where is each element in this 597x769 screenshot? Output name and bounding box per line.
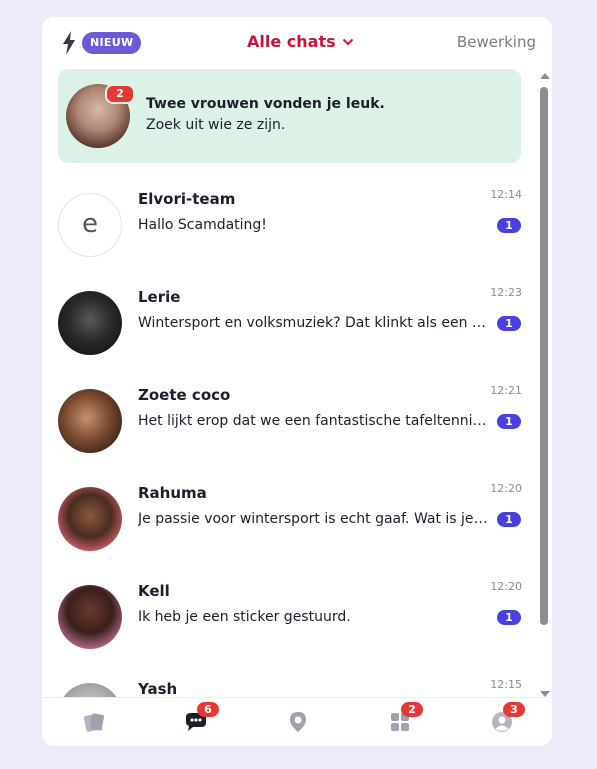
chat-name: Yash bbox=[138, 680, 178, 697]
chat-time: 12:14 bbox=[490, 188, 522, 201]
chat-filter-label: Alle chats bbox=[247, 32, 336, 51]
edit-button[interactable]: Bewerking bbox=[457, 33, 536, 51]
likes-promo-banner[interactable]: 2 Twee vrouwen vonden je leuk. Zoek uit … bbox=[58, 69, 521, 163]
chat-time: 12:23 bbox=[490, 286, 522, 299]
avatar bbox=[58, 487, 122, 551]
chat-row-kell[interactable]: Kell Ik heb je een sticker gestuurd. 12:… bbox=[42, 565, 538, 663]
scroll-up-arrow-icon[interactable] bbox=[540, 73, 550, 79]
tab-cards[interactable] bbox=[63, 698, 123, 746]
chat-row-yash[interactable]: Yash 12:15 bbox=[42, 663, 538, 697]
chats-badge: 6 bbox=[197, 702, 219, 717]
chat-name: Rahuma bbox=[138, 484, 207, 502]
unread-badge: 1 bbox=[497, 414, 521, 429]
profile-badge: 3 bbox=[503, 702, 525, 717]
unread-badge: 1 bbox=[497, 316, 521, 331]
unread-badge: 1 bbox=[497, 218, 521, 233]
lightning-icon[interactable] bbox=[62, 31, 76, 55]
chat-filter-dropdown[interactable]: Alle chats bbox=[247, 32, 354, 51]
chat-name: Zoete coco bbox=[138, 386, 231, 404]
chat-time: 12:20 bbox=[490, 482, 522, 495]
promo-title: Twee vrouwen vonden je leuk. bbox=[146, 96, 385, 112]
bottom-tab-bar: 6 2 3 bbox=[42, 697, 552, 746]
avatar bbox=[58, 389, 122, 453]
cards-icon bbox=[83, 713, 104, 732]
unread-badge: 1 bbox=[497, 610, 521, 625]
chat-name: Elvori-team bbox=[138, 190, 236, 208]
header: NIEUW Alle chats Bewerking bbox=[42, 17, 552, 67]
chevron-down-icon bbox=[342, 38, 353, 45]
chat-list: 2 Twee vrouwen vonden je leuk. Zoek uit … bbox=[42, 67, 538, 697]
tab-discover[interactable]: 2 bbox=[369, 698, 429, 746]
likes-count-badge: 2 bbox=[105, 84, 135, 104]
avatar bbox=[58, 683, 122, 697]
chat-name: Lerie bbox=[138, 288, 181, 306]
chat-preview: Wintersport en volksmuziek? Dat klinkt a… bbox=[138, 315, 488, 331]
chat-time: 12:20 bbox=[490, 580, 522, 593]
chat-preview: Hallo Scamdating! bbox=[138, 217, 267, 233]
scroll-thumb[interactable] bbox=[540, 87, 548, 625]
chat-preview: Ik heb je een sticker gestuurd. bbox=[138, 609, 351, 625]
scrollbar[interactable] bbox=[538, 73, 552, 697]
avatar: e bbox=[58, 193, 122, 257]
chat-time: 12:21 bbox=[490, 384, 522, 397]
chat-row-lerie[interactable]: Lerie Wintersport en volksmuziek? Dat kl… bbox=[42, 271, 538, 369]
chat-row-rahuma[interactable]: Rahuma Je passie voor wintersport is ech… bbox=[42, 467, 538, 565]
unread-badge: 1 bbox=[497, 512, 521, 527]
avatar bbox=[58, 291, 122, 355]
tab-chats[interactable]: 6 bbox=[165, 698, 225, 746]
location-pin-icon bbox=[290, 712, 306, 732]
promo-subtitle: Zoek uit wie ze zijn. bbox=[146, 117, 286, 133]
chat-panel: NIEUW Alle chats Bewerking 2 Twee vrouwe… bbox=[42, 17, 552, 746]
tab-nearby[interactable] bbox=[267, 698, 327, 746]
discover-badge: 2 bbox=[401, 702, 423, 717]
avatar bbox=[58, 585, 122, 649]
new-badge[interactable]: NIEUW bbox=[82, 32, 142, 54]
chat-row-elvori-team[interactable]: e Elvori-team Hallo Scamdating! 12:14 1 bbox=[42, 173, 538, 271]
chat-name: Kell bbox=[138, 582, 170, 600]
tab-profile[interactable]: 3 bbox=[471, 698, 531, 746]
chat-row-zoete-coco[interactable]: Zoete coco Het lijkt erop dat we een fan… bbox=[42, 369, 538, 467]
chat-time: 12:15 bbox=[490, 678, 522, 691]
chat-preview: Je passie voor wintersport is echt gaaf.… bbox=[138, 511, 488, 527]
chat-preview: Het lijkt erop dat we een fantastische t… bbox=[138, 413, 488, 429]
